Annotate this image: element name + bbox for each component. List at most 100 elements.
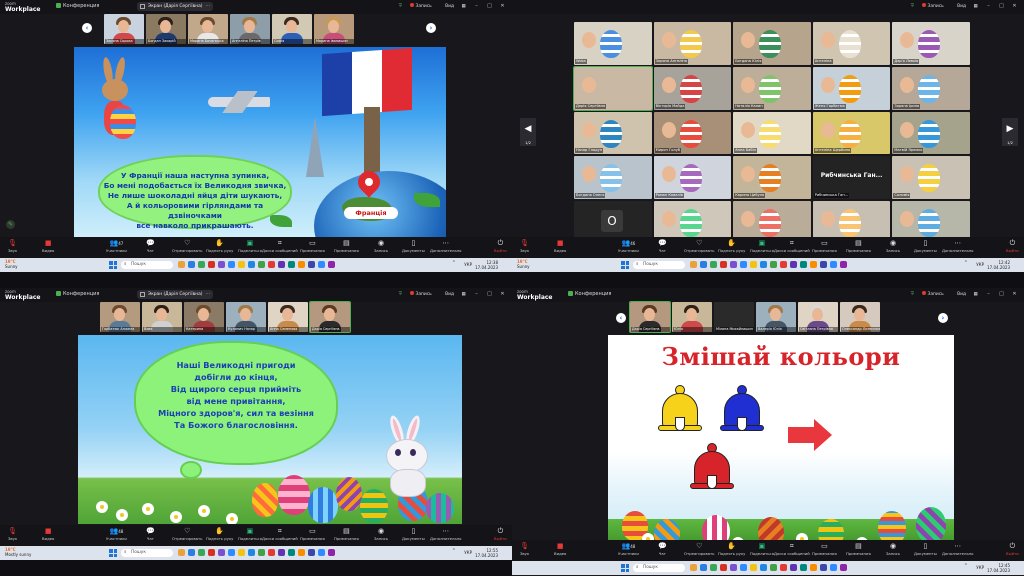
windows-start-icon[interactable]	[621, 564, 629, 572]
app-icon[interactable]	[750, 261, 757, 268]
app-icon[interactable]	[750, 564, 757, 571]
leave-button[interactable]: ⏻ Выйти	[494, 239, 507, 253]
gallery-tile[interactable]: Дарія Сергіївна	[573, 65, 653, 111]
whiteboard-button[interactable]: ⌗ Доски сообщений	[262, 239, 298, 253]
notes-button[interactable]: ▭ Примечания	[812, 542, 837, 556]
windows-start-icon[interactable]	[109, 261, 117, 269]
app-icon[interactable]	[710, 261, 717, 268]
whiteboards-button[interactable]: ▤ Примечания	[334, 239, 359, 253]
shield-icon[interactable]: ⛨	[911, 2, 914, 12]
gallery-tile[interactable]: Роман Ковалів	[653, 156, 732, 200]
view-button[interactable]: Вид ▦	[445, 290, 465, 300]
raise-hand-button[interactable]: ✋ Поднять руку	[206, 527, 233, 541]
meeting-info-button[interactable]: Конференция	[568, 291, 611, 297]
chat-button[interactable]: 💬 Чат	[146, 527, 155, 541]
app-icon[interactable]	[840, 564, 847, 571]
app-icon[interactable]	[740, 261, 747, 268]
view-button[interactable]: Вид ▦	[445, 2, 465, 12]
app-icon[interactable]	[228, 261, 235, 268]
app-icon[interactable]	[810, 261, 817, 268]
app-icon[interactable]	[760, 564, 767, 571]
chat-button[interactable]: 💬 Чат	[658, 239, 667, 253]
whiteboard-button[interactable]: ⌗ Доски сообщений	[262, 527, 298, 541]
raise-hand-button[interactable]: ✋ Поднять руку	[718, 239, 745, 253]
app-icon[interactable]	[690, 261, 697, 268]
gallery-tile[interactable]: Зоряна Ірина	[892, 66, 970, 110]
app-icon[interactable]	[238, 261, 245, 268]
taskbar-search[interactable]: ⌕ Пошук	[121, 261, 173, 269]
view-button[interactable]: Вид ▦	[957, 290, 977, 300]
share-options-icon[interactable]: ⋯	[206, 290, 210, 299]
participant-thumbnail[interactable]: Світлана Петрівна	[798, 302, 838, 332]
app-icon[interactable]	[720, 564, 727, 571]
app-icon[interactable]	[278, 261, 285, 268]
more-button[interactable]: ⋯ Дополнительно	[942, 239, 974, 253]
participant-thumbnail[interactable]: Софія	[272, 14, 312, 44]
raise-hand-button[interactable]: ✋ Поднять руку	[206, 239, 233, 253]
app-icon[interactable]	[780, 564, 787, 571]
app-icon[interactable]	[690, 564, 697, 571]
app-icon[interactable]	[790, 261, 797, 268]
video-button[interactable]: ■ Видео	[554, 542, 566, 556]
record-indicator[interactable]: Запись	[921, 2, 950, 12]
app-icon[interactable]	[258, 549, 265, 556]
shield-icon[interactable]: ⛨	[399, 290, 402, 300]
gallery-tile[interactable]: Богдана Юлія	[733, 22, 811, 65]
app-icon[interactable]	[248, 549, 255, 556]
participant-thumbnail[interactable]: Дарія Сергіївна	[629, 301, 671, 333]
participant-thumbnail[interactable]: Горбатюк Анжела	[100, 302, 140, 332]
app-icon[interactable]	[278, 549, 285, 556]
video-button[interactable]: ■ Видео	[42, 527, 54, 541]
app-icon[interactable]	[178, 549, 185, 556]
docs-button[interactable]: ▯ Документы	[402, 239, 425, 253]
leave-button[interactable]: ⏻ Выйти	[1006, 542, 1019, 556]
minimize-icon[interactable]: –	[473, 3, 480, 10]
audio-button[interactable]: 🎙 Звук	[8, 239, 17, 253]
react-button[interactable]: ♡ Отреагировать	[172, 239, 202, 253]
participant-thumbnail[interactable]: Марина Бачинська	[188, 14, 228, 44]
thumbs-prev-icon[interactable]: ‹	[82, 23, 92, 33]
gallery-tile[interactable]: Наталія Калин	[733, 66, 811, 110]
participant-thumbnail[interactable]: Олександр Литвинюк	[840, 302, 880, 332]
maximize-icon[interactable]: □	[998, 291, 1005, 298]
app-icon[interactable]	[228, 549, 235, 556]
leave-button[interactable]: ⏻ Выйти	[494, 527, 507, 541]
app-icon[interactable]	[298, 549, 305, 556]
app-icon[interactable]	[218, 261, 225, 268]
whiteboards-button[interactable]: ▤ Примечания	[334, 527, 359, 541]
notes-button[interactable]: ▭ Примечания	[300, 527, 325, 541]
screen-share-pill[interactable]: Экран (Дарія Сергіївна) ⋯	[137, 290, 213, 299]
app-icon[interactable]	[188, 549, 195, 556]
maximize-icon[interactable]: □	[998, 3, 1005, 10]
app-icon[interactable]	[790, 564, 797, 571]
app-icon[interactable]	[730, 261, 737, 268]
video-button[interactable]: ■ Видео	[554, 239, 566, 253]
more-button[interactable]: ⋯ Дополнительно	[942, 542, 974, 556]
app-icon[interactable]	[188, 261, 195, 268]
app-icon[interactable]	[268, 261, 275, 268]
participants-button[interactable]: 👥46 Участники	[618, 239, 639, 253]
participants-button[interactable]: 👥48 Участники	[618, 542, 639, 556]
whiteboards-button[interactable]: ▤ Примечания	[846, 542, 871, 556]
close-icon[interactable]: ✕	[499, 3, 506, 10]
app-icon[interactable]	[800, 261, 807, 268]
app-icon[interactable]	[208, 549, 215, 556]
record-indicator[interactable]: Запись	[409, 2, 438, 12]
app-icon[interactable]	[720, 261, 727, 268]
whiteboards-button[interactable]: ▤ Примечания	[846, 239, 871, 253]
participant-thumbnail[interactable]: Анна Семенова	[268, 302, 308, 332]
maximize-icon[interactable]: □	[486, 3, 493, 10]
video-button[interactable]: ■ Видео	[42, 239, 54, 253]
app-icon[interactable]	[288, 261, 295, 268]
gallery-tile[interactable]: Назар Гладун	[574, 111, 652, 155]
minimize-icon[interactable]: –	[985, 291, 992, 298]
app-icon[interactable]	[830, 261, 837, 268]
meeting-info-button[interactable]: Конференция	[56, 291, 99, 297]
app-icon[interactable]	[820, 564, 827, 571]
app-icon[interactable]	[308, 549, 315, 556]
app-icon[interactable]	[840, 261, 847, 268]
gallery-next-button[interactable]: ▶ 1/2	[1002, 118, 1018, 146]
gallery-tile[interactable]: Woka	[574, 22, 652, 65]
participant-thumbnail[interactable]: Валерія Юлія	[756, 302, 796, 332]
gallery-tile[interactable]: Ангеліна	[812, 22, 891, 65]
